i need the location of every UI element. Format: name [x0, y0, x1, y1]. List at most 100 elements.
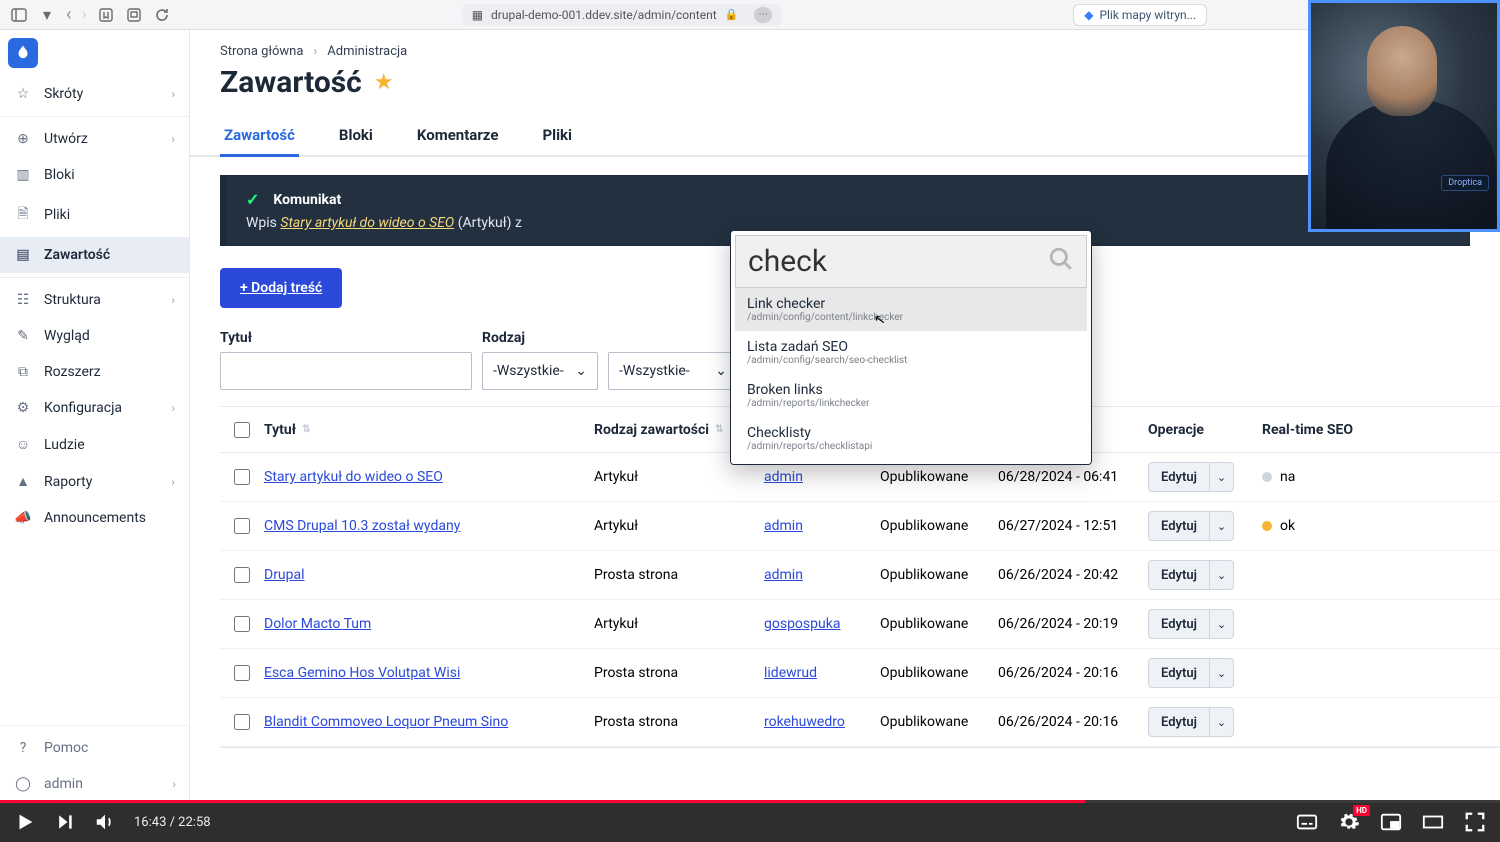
search-result-item[interactable]: Link checker/admin/config/content/linkch…	[735, 288, 1087, 331]
chevron-down-icon[interactable]: ⌄	[1209, 561, 1233, 589]
select-all-checkbox[interactable]	[234, 422, 250, 438]
filter-title-input[interactable]	[220, 352, 472, 390]
search-result-item[interactable]: Broken links/admin/reports/linkchecker	[735, 374, 1087, 417]
search-result-item[interactable]: Checklisty/admin/reports/checklistapi	[735, 417, 1087, 460]
extension-pill[interactable]: ◆ Plik mapy witryn...	[1073, 4, 1207, 26]
chevron-down-icon[interactable]: ⌄	[1209, 512, 1233, 540]
tab-pliki[interactable]: Pliki	[538, 116, 576, 157]
chevron-right-icon: ›	[171, 87, 175, 101]
row-title-link[interactable]: Esca Gemino Hos Volutpat Wisi	[264, 665, 460, 681]
chevron-down-icon[interactable]: ⌄	[1209, 463, 1233, 491]
edit-button[interactable]: Edytuj⌄	[1148, 609, 1234, 639]
row-checkbox[interactable]	[234, 714, 250, 730]
chevron-down-icon[interactable]: ▾	[38, 6, 56, 24]
tab-zawartosc[interactable]: Zawartość	[220, 116, 299, 157]
sidebar-item-pliki[interactable]: 🗎Pliki	[0, 193, 189, 237]
breadcrumb: Strona główna › Administracja	[190, 30, 1500, 61]
seo-status-text: ok	[1280, 518, 1295, 534]
settings-button[interactable]: HD	[1338, 811, 1360, 833]
message-text: (Artykuł)	[458, 215, 512, 231]
breadcrumb-item[interactable]: Strona główna	[220, 44, 303, 59]
row-updated: 06/26/2024 - 20:16	[998, 714, 1148, 730]
people-icon: ☺	[14, 436, 32, 453]
row-author-link[interactable]: gospospuka	[764, 616, 840, 632]
search-query-text: check	[748, 244, 1038, 279]
extend-icon: ⧉	[14, 364, 32, 380]
favorite-star-icon[interactable]: ★	[374, 70, 394, 95]
row-updated: 06/26/2024 - 20:19	[998, 616, 1148, 632]
chevron-right-icon: ›	[172, 777, 176, 791]
fullscreen-button[interactable]	[1464, 811, 1486, 833]
sidebar-item-raporty[interactable]: ▲Raporty›	[0, 463, 189, 500]
edit-button[interactable]: Edytuj⌄	[1148, 658, 1234, 688]
sidebar-shortcuts[interactable]: ☆ Skróty ›	[0, 76, 189, 112]
row-title-link[interactable]: Dolor Macto Tum	[264, 616, 371, 632]
row-title-link[interactable]: Drupal	[264, 567, 305, 583]
row-author-link[interactable]: admin	[764, 567, 803, 583]
sidebar-item-rozszerz[interactable]: ⧉Rozszerz	[0, 354, 189, 390]
sidebar-help[interactable]: ? Pomoc	[0, 730, 190, 766]
theater-button[interactable]	[1422, 811, 1444, 833]
tab-bloki[interactable]: Bloki	[335, 116, 377, 157]
bookmark-square-icon[interactable]	[97, 6, 115, 24]
sidebar-item-wygląd[interactable]: ✎Wygląd	[0, 318, 189, 354]
row-status: Opublikowane	[880, 567, 998, 583]
row-type: Prosta strona	[594, 714, 764, 730]
filter-status-select[interactable]: -Wszystkie- ⌄	[608, 352, 738, 390]
filter-type-select[interactable]: -Wszystkie- ⌄	[482, 352, 598, 390]
chevron-down-icon[interactable]: ⌄	[1209, 610, 1233, 638]
row-author-link[interactable]: rokehuwedro	[764, 714, 845, 730]
edit-button[interactable]: Edytuj⌄	[1148, 462, 1234, 492]
row-checkbox[interactable]	[234, 518, 250, 534]
sidebar-item-label: Struktura	[44, 292, 101, 308]
edit-button[interactable]: Edytuj⌄	[1148, 511, 1234, 541]
row-checkbox[interactable]	[234, 616, 250, 632]
chevron-down-icon[interactable]: ⌄	[1209, 659, 1233, 687]
row-author-link[interactable]: admin	[764, 469, 803, 485]
tab-komentarze[interactable]: Komentarze	[413, 116, 503, 157]
nav-forward-icon[interactable]: ›	[81, 4, 86, 25]
row-title-link[interactable]: CMS Drupal 10.3 został wydany	[264, 518, 460, 534]
search-result-item[interactable]: Lista zadań SEO/admin/config/search/seo-…	[735, 331, 1087, 374]
row-checkbox[interactable]	[234, 665, 250, 681]
result-path: /admin/config/content/linkchecker	[747, 312, 1075, 323]
sidebar-admin-user[interactable]: ◯ admin ›	[0, 766, 190, 802]
row-title-link[interactable]: Stary artykuł do wideo o SEO	[264, 469, 443, 485]
row-author-link[interactable]: admin	[764, 518, 803, 534]
breadcrumb-item[interactable]: Administracja	[327, 44, 407, 59]
search-input-row[interactable]: check	[735, 235, 1087, 288]
miniplayer-button[interactable]	[1380, 811, 1402, 833]
subtitles-button[interactable]	[1296, 811, 1318, 833]
sidebar-item-bloki[interactable]: ▥Bloki	[0, 157, 189, 193]
translate-icon[interactable]: ⋯	[754, 7, 772, 23]
sidebar-item-konfiguracja[interactable]: ⚙Konfiguracja›	[0, 390, 189, 426]
row-checkbox[interactable]	[234, 567, 250, 583]
chevron-right-icon: ›	[313, 44, 317, 59]
edit-button[interactable]: Edytuj⌄	[1148, 707, 1234, 737]
sidebar-item-struktura[interactable]: ☷Struktura›	[0, 282, 189, 318]
add-content-button[interactable]: + Dodaj treść	[220, 268, 342, 308]
sidebar-item-zawartość[interactable]: ▤Zawartość	[0, 237, 189, 273]
message-link[interactable]: Stary artykuł do wideo o SEO	[280, 215, 454, 231]
drupal-logo[interactable]	[8, 38, 38, 68]
nav-back-icon[interactable]: ‹	[66, 4, 71, 25]
chevron-down-icon: ⌄	[575, 363, 587, 379]
file-icon: 🗎	[14, 203, 32, 227]
sidebar-item-utwórz[interactable]: ⊕Utwórz›	[0, 121, 189, 157]
refresh-icon[interactable]	[153, 6, 171, 24]
volume-button[interactable]	[94, 811, 116, 833]
sidebar-item-ludzie[interactable]: ☺ Ludzie	[0, 426, 189, 463]
edit-button[interactable]: Edytuj⌄	[1148, 560, 1234, 590]
sidebar-item-label: Announcements	[44, 510, 146, 526]
play-button[interactable]	[14, 811, 36, 833]
sidebar-item-label: Ludzie	[44, 437, 85, 453]
row-checkbox[interactable]	[234, 469, 250, 485]
chevron-down-icon[interactable]: ⌄	[1209, 708, 1233, 736]
screen-square-icon[interactable]	[125, 6, 143, 24]
sidebar-toggle-icon[interactable]	[10, 6, 28, 24]
row-author-link[interactable]: lidewrud	[764, 665, 817, 681]
sidebar-item-announcements[interactable]: 📣Announcements	[0, 500, 189, 536]
row-title-link[interactable]: Blandit Commoveo Loquor Pneum Sino	[264, 714, 508, 730]
url-bar[interactable]: ▦ drupal-demo-001.ddev.site/admin/conten…	[462, 4, 783, 26]
next-button[interactable]	[54, 811, 76, 833]
